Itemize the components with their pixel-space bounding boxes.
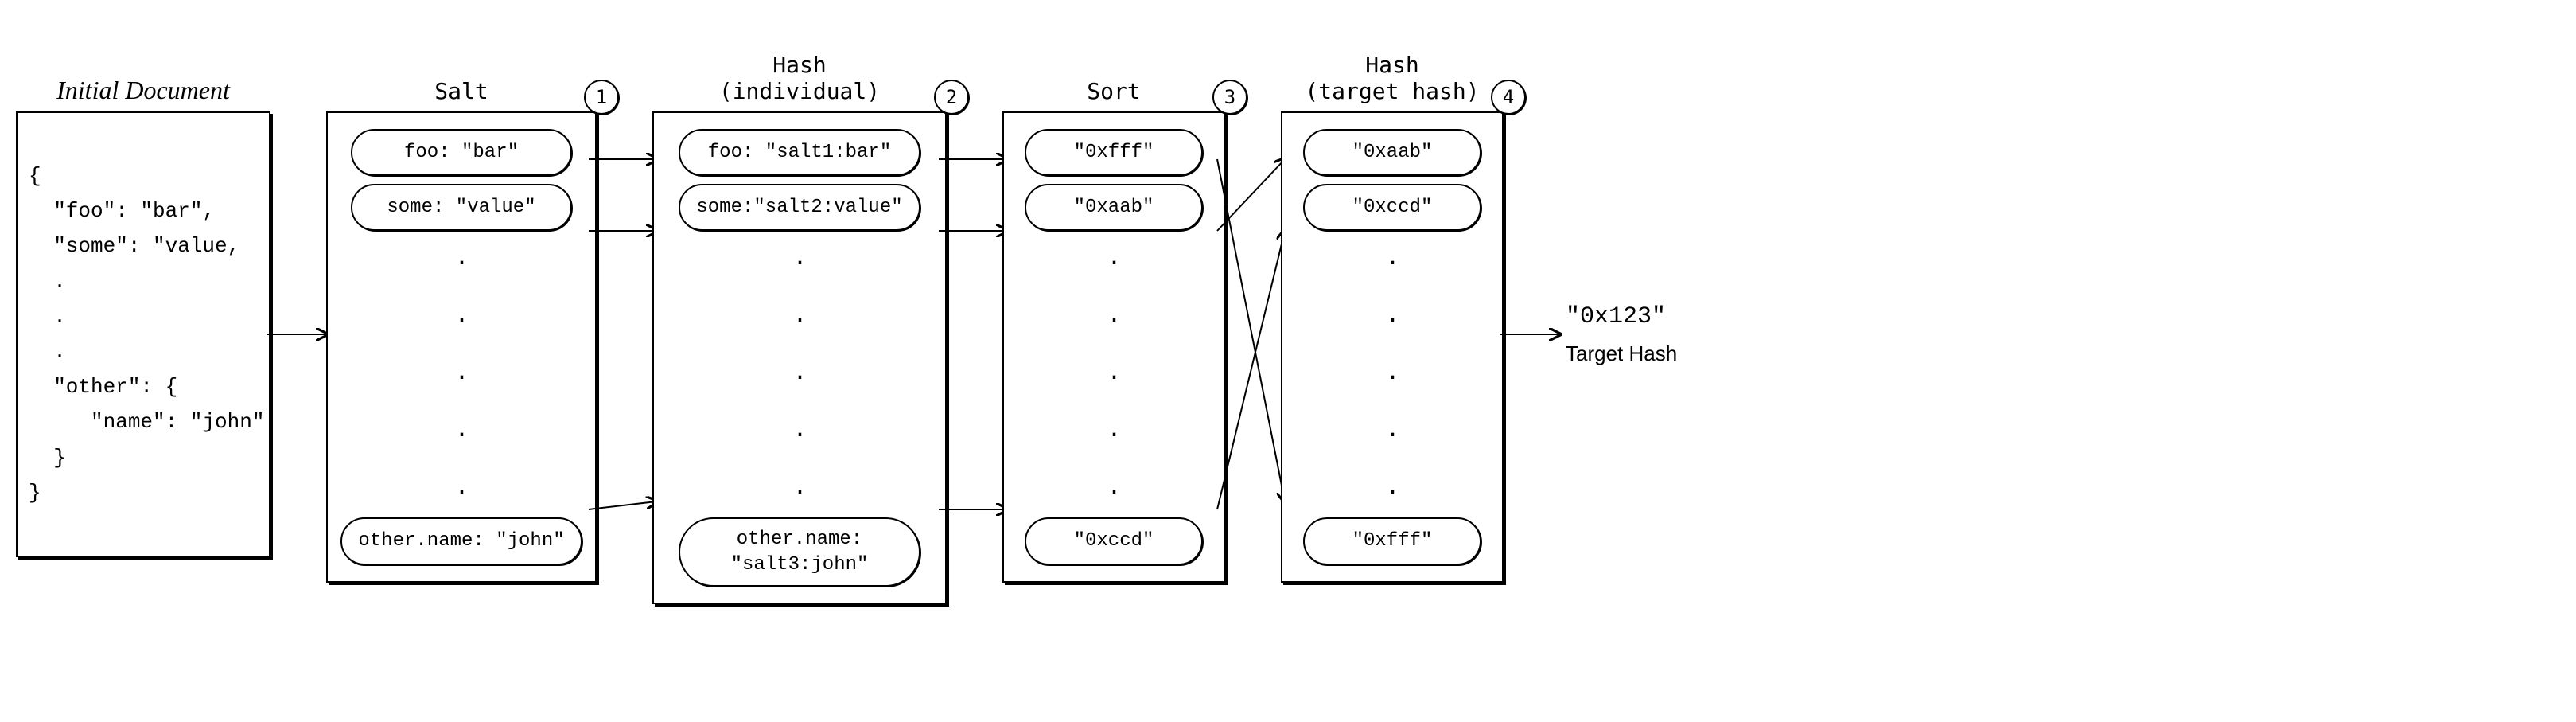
sorted-item: "0xaab" [1303,129,1481,176]
title-sort: Sort [1087,24,1140,111]
sorted-item: "0xfff" [1303,517,1481,564]
arrows-sort-to-sorted [1225,111,1281,557]
title-salt: Salt [434,24,488,111]
target-hash-value: "0x123" [1566,303,1677,330]
col-hash-individual: Hash (individual) 2 foo: "salt1:bar" som… [652,24,947,604]
col-initial-document: Initial Document { "foo": "bar", "some":… [16,24,270,557]
title-initial: Initial Document [56,24,230,111]
hash-individual-box: foo: "salt1:bar" some:"salt2:value" . . … [652,111,947,604]
hash-ind-item: some:"salt2:value" [679,184,920,231]
salt-item: foo: "bar" [351,129,571,176]
arrow-to-output [1504,111,1559,557]
sort-item: "0xccd" [1025,517,1202,564]
arrows-hash-to-sort [947,111,1002,557]
label: (target hash) [1305,78,1479,105]
hash-ind-item: foo: "salt1:bar" [679,129,920,176]
sorted-item: "0xccd" [1303,184,1481,231]
sort-item: "0xaab" [1025,184,1202,231]
ellipsis-icon: . . . . . [794,245,806,503]
step-4-badge: 4 [1491,80,1526,115]
title-hash-target: Hash (target hash) [1305,24,1479,111]
ellipsis-icon: . . . . . [1108,245,1120,503]
col-salt: Salt 1 foo: "bar" some: "value" . . . . … [326,24,597,583]
hash-pipeline-diagram: Initial Document { "foo": "bar", "some":… [16,24,2560,604]
ellipsis-icon: . . . . . [456,245,468,503]
sort-item: "0xfff" [1025,129,1202,176]
col-output: "0x123" Target Hash [1559,111,1677,557]
label: (individual) [719,78,880,105]
col-hash-target: Hash (target hash) 4 "0xaab" "0xccd" . .… [1281,24,1504,583]
initial-document-box: { "foo": "bar", "some": "value, . . . "o… [16,111,270,557]
ellipsis-icon: . . . . . [1387,245,1399,503]
col-sort: Sort 3 "0xfff" "0xaab" . . . . . "0xccd" [1002,24,1225,583]
target-hash-label: Target Hash [1566,341,1677,366]
label: Hash [1365,52,1418,79]
salt-item: some: "value" [351,184,571,231]
hash-target-box: "0xaab" "0xccd" . . . . . "0xfff" [1281,111,1504,583]
step-2-badge: 2 [934,80,969,115]
hash-ind-item: other.name: "salt3:john" [679,517,920,586]
step-3-badge: 3 [1212,80,1247,115]
salt-item: other.name: "john" [340,517,582,564]
sort-box: "0xfff" "0xaab" . . . . . "0xccd" [1002,111,1225,583]
arrows-salt-to-hash [597,111,652,557]
step-1-badge: 1 [584,80,619,115]
salt-box: foo: "bar" some: "value" . . . . . other… [326,111,597,583]
label: Hash [772,52,826,79]
arrow-doc-to-salt [270,111,326,557]
title-hash-individual: Hash (individual) [719,24,880,111]
